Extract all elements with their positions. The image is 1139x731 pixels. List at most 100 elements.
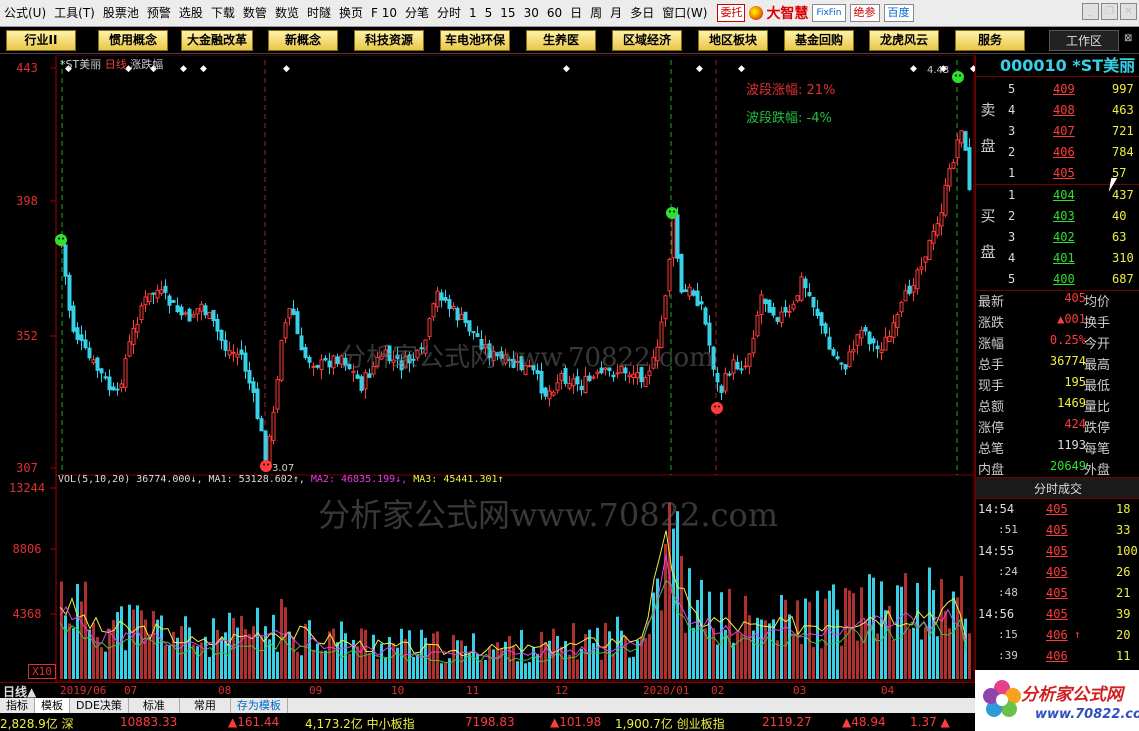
volume-bar [180, 626, 183, 679]
menu-item[interactable]: 日 [566, 0, 586, 27]
restore-icon[interactable]: ❐ [1101, 3, 1118, 20]
order-volume: 437 [1112, 188, 1134, 202]
minimize-icon[interactable]: _ [1082, 3, 1099, 20]
menu-item[interactable]: 15 [496, 0, 519, 27]
candle-body [111, 386, 116, 391]
candle-body [367, 373, 372, 378]
quote-stat-row: 涨停 424 跌停 [976, 415, 1139, 436]
tick-trades-header[interactable]: 分时成交 [976, 477, 1139, 499]
menu-item[interactable]: 数览 [271, 0, 303, 27]
stock-code-header[interactable]: 000010 *ST美丽 [976, 55, 1139, 77]
candle-body [95, 357, 100, 371]
menu-item[interactable]: 时隧 [303, 0, 335, 27]
menu-item[interactable]: F 10 [367, 0, 401, 27]
volume-bar [744, 595, 747, 679]
signal-star-icon: ◆ [180, 64, 187, 74]
category-button[interactable]: 生养医 [526, 30, 596, 51]
menu-item[interactable]: 公式(U) [0, 0, 50, 27]
menu-item[interactable]: 预警 [143, 0, 175, 27]
volume-bar [832, 584, 835, 679]
stat-key: 总笔 [978, 442, 1005, 457]
menu-item[interactable]: 分笔 [401, 0, 433, 27]
category-button[interactable]: 车电池环保 [440, 30, 510, 51]
volume-bar [392, 643, 395, 679]
menu-item[interactable]: 多日 [626, 0, 658, 27]
volume-bar [288, 631, 291, 679]
category-button[interactable]: 科技资源 [354, 30, 424, 51]
tick-arrow: ↑ [1074, 628, 1081, 641]
menu-item[interactable]: 5 [481, 0, 497, 27]
workspace-close-icon[interactable]: ⊠ [1124, 33, 1136, 47]
tab-save-template[interactable]: 存为模板 [231, 698, 288, 713]
candle-body [591, 376, 596, 379]
tab-indicator[interactable]: 指标 [0, 698, 35, 713]
order-level: 1 [1008, 166, 1016, 180]
category-button[interactable]: 惯用概念 [98, 30, 168, 51]
menu-item[interactable]: 股票池 [99, 0, 143, 27]
menu-item[interactable]: 月 [606, 0, 626, 27]
weituo-button[interactable]: 委托 [717, 4, 746, 22]
tab-template[interactable]: 模板 [35, 698, 70, 713]
menu-item[interactable]: 数管 [239, 0, 271, 27]
category-button[interactable]: 区域经济 [612, 30, 682, 51]
category-button[interactable]: 新概念 [268, 30, 338, 51]
candle-body [163, 285, 168, 293]
candle-body [215, 318, 220, 332]
category-button[interactable]: 行业II [6, 30, 76, 51]
order-book-row[interactable]: 5 400 687 [976, 269, 1139, 290]
ticker-item: ▲161.44 [228, 715, 280, 729]
bid-book: 买盘 1 404 437 2 403 40 3 402 63 4 401 310 5 400 687 [976, 185, 1139, 291]
kline-chart-area[interactable]: ◆ ◆ ◆ ◆ ◆ ◆ ◆ ◆ ◆ ◆ ◆ ◆ 分析家公式网www.70822.com 分析家公式网w… [0, 55, 975, 682]
order-book-row[interactable]: 4 401 310 [976, 248, 1139, 269]
order-book-row[interactable]: 2 406 784 [976, 142, 1139, 163]
volume-bar [528, 662, 531, 679]
menu-item[interactable]: 选股 [175, 0, 207, 27]
menu-item[interactable]: 周 [586, 0, 606, 27]
candle-body [143, 296, 148, 306]
menu-item[interactable]: 工具(T) [50, 0, 99, 27]
close-icon[interactable]: ✕ [1120, 3, 1137, 20]
volume-bar [836, 609, 839, 679]
candle-body [327, 360, 332, 368]
workspace-button[interactable]: 工作区 [1049, 30, 1119, 51]
jueshen-button[interactable]: 绝参 [849, 4, 880, 22]
menu-item[interactable]: 窗口(W) [658, 0, 711, 27]
category-button[interactable]: 大金融改革 [181, 30, 253, 51]
menu-item[interactable]: 换页 [335, 0, 367, 27]
order-book-row[interactable]: 5 409 997 [976, 79, 1139, 100]
menu-item[interactable]: 分时 [433, 0, 465, 27]
volume-bar [184, 616, 187, 679]
menu-item[interactable]: 60 [543, 0, 566, 27]
menu-item[interactable]: 1 [465, 0, 481, 27]
volume-bar [628, 657, 631, 679]
price-axis-label: 443 [16, 61, 38, 75]
tab-dde[interactable]: DDE决策 [70, 698, 129, 713]
volume-bar [480, 660, 483, 679]
tab-standard[interactable]: 标准 [129, 698, 180, 713]
tab-common[interactable]: 常用 [180, 698, 231, 713]
candle-body [911, 284, 916, 293]
candle-body [539, 370, 544, 394]
volume-bar [488, 647, 491, 679]
category-button[interactable]: 龙虎风云 [869, 30, 939, 51]
order-book-row[interactable]: 4 408 463 [976, 100, 1139, 121]
category-button[interactable]: 服务 [955, 30, 1025, 51]
candle-body [679, 253, 684, 293]
volume-bar [336, 642, 339, 679]
tick-price: 405 [1046, 523, 1068, 537]
volume-bar [932, 590, 935, 679]
baidu-button[interactable]: 百度 [883, 4, 914, 22]
candle-body [735, 361, 740, 370]
fixfin-button[interactable]: FixFin [812, 4, 846, 22]
category-button[interactable]: 基金回购 [784, 30, 854, 51]
order-level: 5 [1008, 82, 1016, 96]
quote-stat-row: 总笔 1193 每笔 [976, 436, 1139, 457]
menu-item[interactable]: 30 [520, 0, 543, 27]
candle-body [839, 362, 844, 365]
order-book-row[interactable]: 2 403 40 [976, 206, 1139, 227]
order-book-row[interactable]: 3 407 721 [976, 121, 1139, 142]
menu-item[interactable]: 下载 [207, 0, 239, 27]
order-book-row[interactable]: 3 402 63 [976, 227, 1139, 248]
category-button[interactable]: 地区板块 [698, 30, 768, 51]
candle-body [819, 312, 824, 326]
